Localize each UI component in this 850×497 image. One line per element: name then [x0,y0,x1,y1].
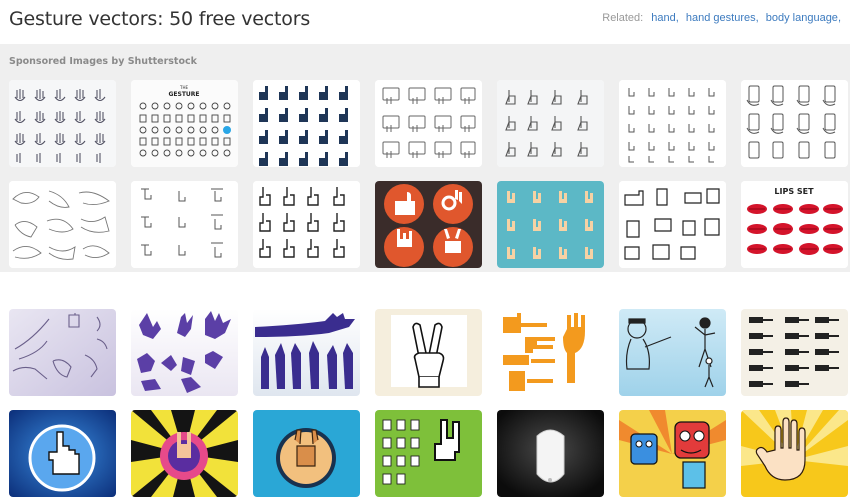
sponsored-tile[interactable] [497,181,604,268]
purple-hand-silhouettes-icon [131,309,238,396]
teal-hand-gestures-icon [497,181,604,268]
raised-arms-silhouettes-icon [253,309,360,396]
sponsored-tile[interactable] [375,181,482,268]
sponsored-tile[interactable]: LIPS SET [741,181,848,268]
sponsored-tile[interactable] [9,181,116,268]
flat-hand-sign-circles-icon [375,181,482,268]
sponsored-tile[interactable] [9,80,116,167]
related-link-hand[interactable]: hand [651,12,675,24]
orange-hand-shapes-icon [497,309,604,396]
tablet-hand-gesture-icons-icon [375,80,482,167]
page-header: Gesture vectors: 50 free vectors Related… [0,0,850,44]
vintage-pointing-hands-icon [741,309,848,396]
cartoon-gloved-hands-icon [619,181,726,268]
gallery-tile[interactable] [741,410,848,497]
svg-text:LIPS SET: LIPS SET [774,187,814,196]
sponsored-tile[interactable]: THE GESTURE [131,80,238,167]
gallery-tile[interactable] [741,309,848,396]
related-link-body-language[interactable]: body language [766,12,838,24]
blue-figures-illustration-icon [619,309,726,396]
related-link-hand-gestures[interactable]: hand gestures [686,12,756,24]
rock-hand-sunburst-icon [131,410,238,497]
gallery-tile[interactable] [619,410,726,497]
gallery-tile[interactable] [253,410,360,497]
gallery-tile[interactable] [253,309,360,396]
gallery-tile[interactable] [9,309,116,396]
pointing-hand-cursor-icons-icon [253,181,360,268]
small-gesture-icon-grid-icon [619,80,726,167]
gallery-tile[interactable] [9,410,116,497]
cartoon-monsters-icon [619,410,726,497]
devil-horns-hand-icon [253,410,360,497]
pixel-hand-cursor-badge-icon [9,410,116,497]
pixel-hand-icons-green-icon [375,410,482,497]
svg-text:GESTURE: GESTURE [168,91,199,98]
sign-language-hands-icon [9,309,116,396]
gallery-tile[interactable] [497,410,604,497]
related-label: Related: [602,12,644,24]
open-hand-sunburst-icon [741,410,848,497]
sponsored-tile[interactable] [131,181,238,268]
related-tags: Related: hand, hand gestures, body langu… [602,12,841,24]
gesture-icon-sheet-icon: THE GESTURE [131,80,238,167]
sponsored-tile[interactable] [497,80,604,167]
touch-gesture-outline-icons-icon [497,80,604,167]
page-title: Gesture vectors: 50 free vectors [9,8,311,30]
sponsored-tile[interactable] [741,80,848,167]
sponsored-tile[interactable] [253,80,360,167]
gallery-tile[interactable] [497,309,604,396]
sponsored-tile[interactable] [619,181,726,268]
peace-sign-hand-icon [375,309,482,396]
phone-in-hand-icons-icon [741,80,848,167]
sponsored-tile[interactable] [375,80,482,167]
gallery-tile[interactable] [619,309,726,396]
sponsored-label: Sponsored Images by Shutterstock [9,56,197,67]
gallery-tile[interactable] [131,309,238,396]
gallery-tile[interactable] [375,309,482,396]
white-mouse-icon [497,410,604,497]
hand-gesture-outline-grid-icon [9,80,116,167]
gallery-tile[interactable] [131,410,238,497]
touch-swipe-icons-icon [131,181,238,268]
svg-text:THE: THE [179,85,188,90]
sponsored-tile[interactable] [619,80,726,167]
sketched-hands-icon [9,181,116,268]
sponsored-tile[interactable] [253,181,360,268]
lips-set-icon: LIPS SET [741,181,848,268]
gallery-tile[interactable] [375,410,482,497]
dark-touch-gesture-icons-icon [253,80,360,167]
